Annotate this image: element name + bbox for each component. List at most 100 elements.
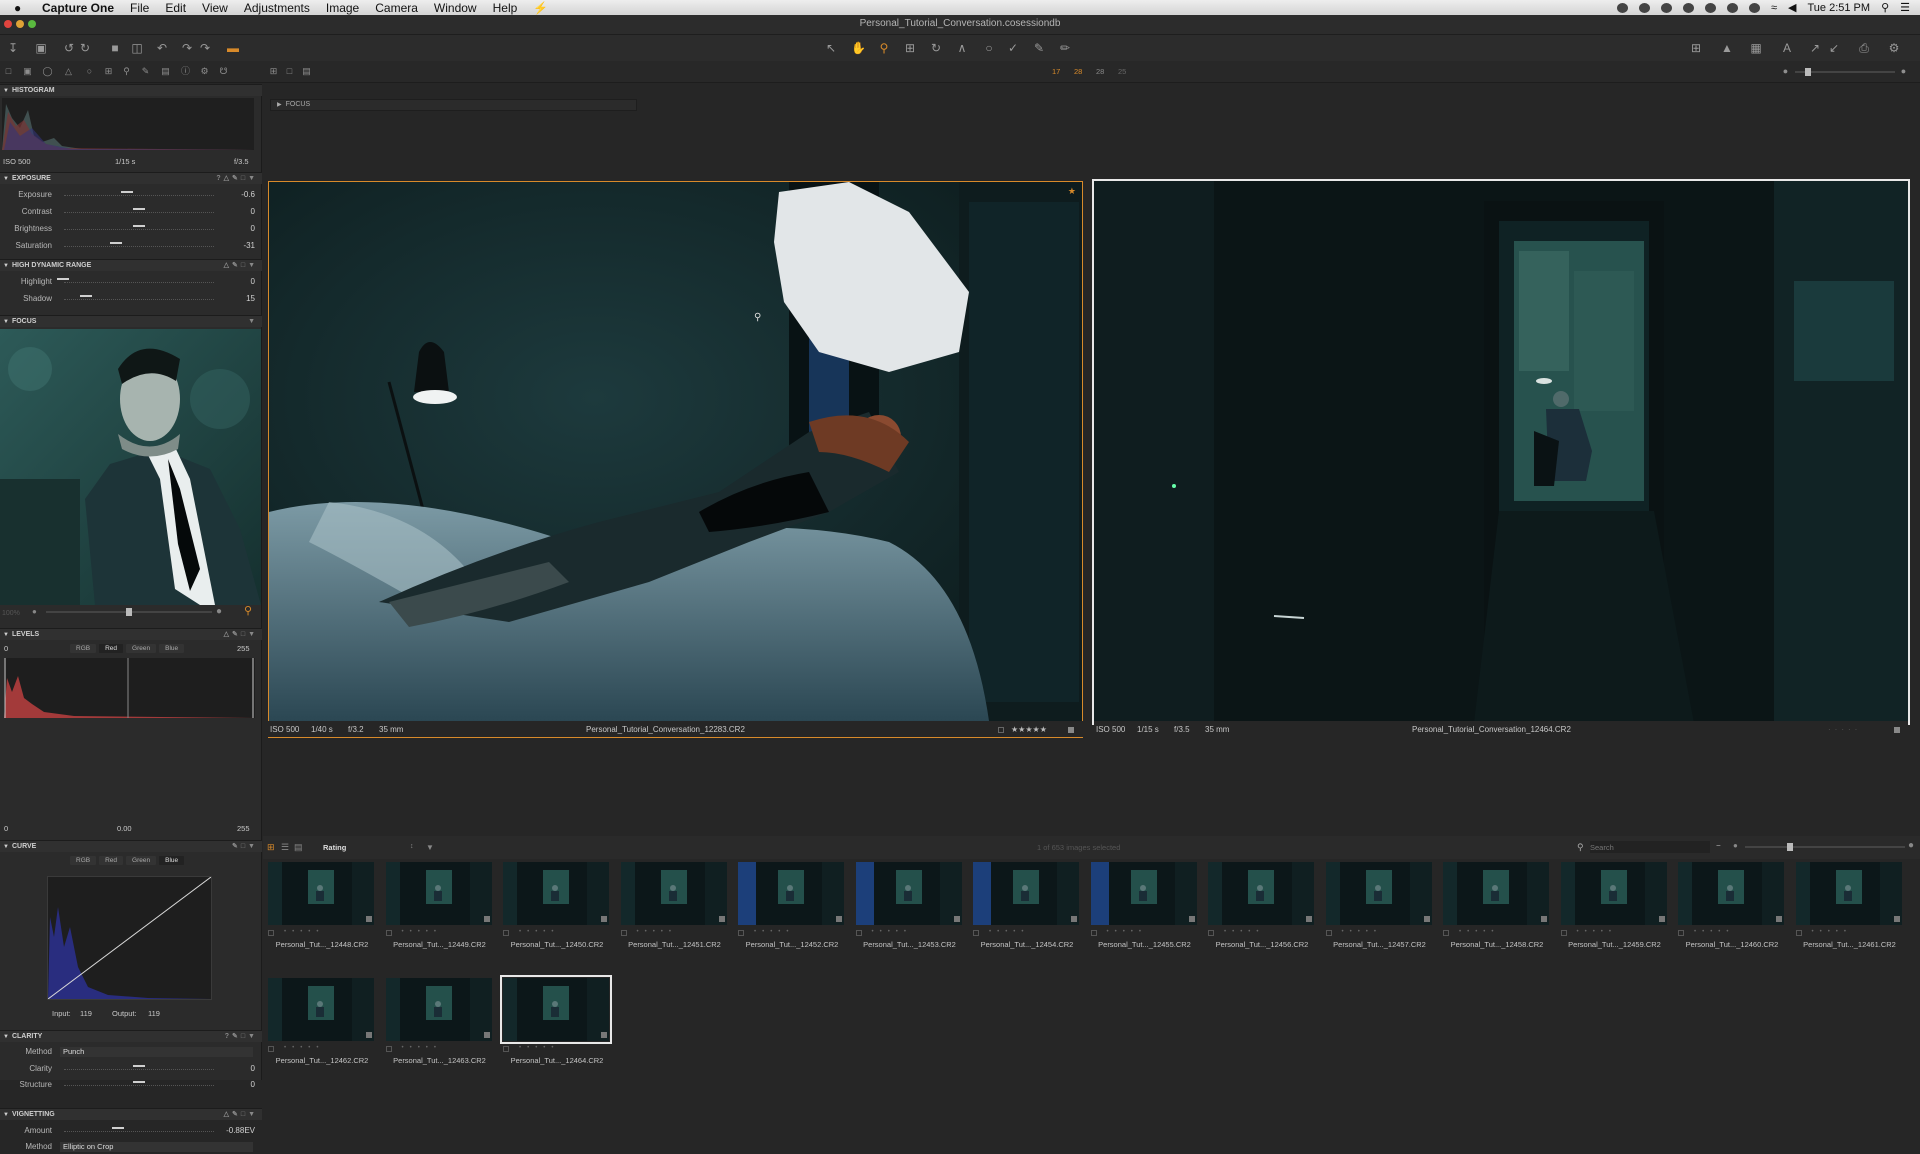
bluetooth-icon[interactable] bbox=[1748, 2, 1760, 13]
copy-adjustments-icon[interactable]: ▬ bbox=[226, 41, 240, 55]
focus-preview-image[interactable] bbox=[0, 329, 261, 605]
levels-output-low[interactable]: 0 bbox=[4, 824, 8, 833]
menu-image[interactable]: Image bbox=[326, 1, 359, 15]
apple-menu-icon[interactable]: ● bbox=[14, 1, 30, 15]
color-tag-checkbox[interactable] bbox=[1678, 930, 1684, 936]
color-tag-checkbox[interactable] bbox=[503, 1046, 509, 1052]
lens-tab-icon[interactable]: ○ bbox=[84, 66, 95, 77]
clarity-slider-row[interactable]: Clarity 0 bbox=[0, 1062, 262, 1076]
thumbnail-image[interactable] bbox=[1090, 862, 1197, 925]
slider-track[interactable] bbox=[64, 1131, 214, 1132]
status-icon[interactable] bbox=[1660, 2, 1672, 13]
color-tag-checkbox[interactable] bbox=[268, 930, 274, 936]
details-tab-icon[interactable]: ⚲ bbox=[121, 66, 132, 77]
thumbnail-image[interactable] bbox=[500, 975, 612, 1044]
rotate-tool-icon[interactable]: ↻ bbox=[929, 41, 943, 55]
thumbnail-image[interactable] bbox=[1795, 862, 1902, 925]
slider-knob[interactable] bbox=[133, 208, 145, 216]
vignetting-amount-row[interactable]: Amount -0.88EV bbox=[0, 1124, 262, 1138]
redo-alt-icon[interactable]: ↷ bbox=[198, 41, 212, 55]
color-tag-checkbox[interactable] bbox=[1443, 930, 1449, 936]
color-tag-checkbox[interactable] bbox=[973, 930, 979, 936]
crop-tool-icon[interactable]: ⊞ bbox=[903, 41, 917, 55]
slider-value[interactable]: -0.88EV bbox=[226, 1124, 255, 1138]
hdr-header[interactable]: ▼ HIGH DYNAMIC RANGE △✎□▼ bbox=[0, 259, 262, 271]
clarity-header[interactable]: ▼ CLARITY ?✎□▼ bbox=[0, 1030, 262, 1042]
levels-output-high[interactable]: 255 bbox=[237, 824, 250, 833]
color-tag-checkbox[interactable] bbox=[620, 930, 627, 936]
app-menu[interactable]: Capture One bbox=[42, 1, 114, 15]
rating-dots[interactable]: ••••• bbox=[284, 1045, 325, 1051]
thumbnail-image[interactable] bbox=[1208, 862, 1314, 925]
rating-dots[interactable]: ••••• bbox=[754, 929, 795, 935]
curve-tab-red[interactable]: Red bbox=[99, 856, 124, 865]
proof-icon[interactable]: ▦ bbox=[1749, 41, 1763, 55]
thumbnail[interactable]: ••••• Personal_Tut..._12451.CR2 bbox=[617, 859, 733, 951]
volume-icon[interactable]: ◀ bbox=[1788, 1, 1796, 14]
clarity-method-select[interactable]: Punch bbox=[60, 1047, 253, 1057]
slider-knob[interactable] bbox=[57, 278, 69, 286]
sort-select[interactable]: Rating bbox=[323, 843, 418, 853]
dropbox-icon[interactable] bbox=[1638, 2, 1650, 13]
sort-direction-icon[interactable]: ↕ bbox=[410, 843, 414, 850]
slider-value[interactable]: 0 bbox=[251, 1062, 255, 1076]
color-tag-checkbox[interactable] bbox=[1208, 930, 1214, 936]
slider-knob[interactable] bbox=[80, 295, 92, 303]
rating-dots[interactable]: ••••• bbox=[1577, 929, 1618, 935]
vignetting-method-row[interactable]: Method Elliptic on Crop bbox=[0, 1140, 262, 1154]
color-tag-checkbox[interactable] bbox=[738, 930, 744, 936]
color-tag-checkbox[interactable] bbox=[385, 1046, 392, 1052]
collapse-triangle-icon[interactable]: ▼ bbox=[3, 263, 9, 269]
thumbnail[interactable]: ••••• Personal_Tut..._12449.CR2 bbox=[382, 859, 498, 951]
focus-header[interactable]: ▼ FOCUS ▼ bbox=[0, 315, 262, 327]
rating-dots[interactable]: ••••• bbox=[1812, 929, 1853, 935]
collapse-triangle-icon[interactable]: ▼ bbox=[3, 1112, 9, 1118]
highlight-slider-row[interactable]: Highlight 0 bbox=[0, 275, 262, 289]
library-tab-icon[interactable]: □ bbox=[3, 66, 14, 77]
exposure-header[interactable]: ▼ EXPOSURE ?△✎□▼ bbox=[0, 172, 262, 184]
rating-dots[interactable]: ••••• bbox=[872, 929, 913, 935]
thumbnail[interactable]: ••••• Personal_Tut..._12453.CR2 bbox=[852, 859, 968, 951]
undo-icon[interactable]: ↶ bbox=[155, 41, 169, 55]
viewer-image-left[interactable]: ★ ⚲ bbox=[268, 181, 1083, 722]
curve-tab-blue[interactable]: Blue bbox=[159, 856, 185, 865]
rating-dots[interactable]: ••••• bbox=[402, 929, 443, 935]
collapse-triangle-icon[interactable]: ▼ bbox=[3, 1034, 9, 1040]
color-tag-checkbox[interactable] bbox=[268, 1046, 274, 1052]
exposure-tab-icon[interactable]: △ bbox=[63, 66, 74, 77]
saturation-slider-row[interactable]: Saturation -31 bbox=[0, 239, 262, 253]
slider-knob[interactable] bbox=[110, 242, 122, 250]
wifi-icon[interactable]: ≈ bbox=[1771, 2, 1777, 14]
time-machine-icon[interactable] bbox=[1726, 2, 1738, 13]
collapse-triangle-icon[interactable]: ▼ bbox=[3, 319, 9, 325]
menu-adjustments[interactable]: Adjustments bbox=[244, 1, 310, 15]
slider-value[interactable]: 0 bbox=[251, 222, 255, 236]
grid-view-icon[interactable]: ⊞ bbox=[268, 66, 279, 77]
zoom-tool-icon[interactable]: ⚲ bbox=[877, 41, 891, 55]
color-tag-checkbox[interactable] bbox=[1795, 930, 1802, 936]
viewer-image-right[interactable] bbox=[1092, 179, 1910, 725]
print-icon[interactable]: ⎙ bbox=[1857, 41, 1871, 55]
thumbnail-image[interactable] bbox=[385, 978, 492, 1041]
thumbnail-image[interactable] bbox=[738, 862, 844, 925]
levels-tab-green[interactable]: Green bbox=[126, 644, 157, 653]
curve-tab-green[interactable]: Green bbox=[126, 856, 157, 865]
thumbnail[interactable]: ••••• Personal_Tut..._12454.CR2 bbox=[969, 859, 1085, 951]
thumbnail-image[interactable] bbox=[268, 862, 374, 925]
histogram-header[interactable]: ▼ HISTOGRAM bbox=[0, 84, 262, 96]
zoom-in-person-icon[interactable]: ● bbox=[216, 606, 222, 617]
shadow-slider-row[interactable]: Shadow 15 bbox=[0, 292, 262, 306]
import-icon[interactable]: ↧ bbox=[6, 41, 20, 55]
spotlight-search-icon[interactable]: ⚲ bbox=[1881, 1, 1889, 14]
slider-value[interactable]: 0 bbox=[251, 205, 255, 219]
rating-dots[interactable]: ••••• bbox=[637, 929, 678, 935]
thumbnail[interactable]: ••••• Personal_Tut..._12455.CR2 bbox=[1087, 859, 1203, 951]
clock[interactable]: Tue 2:51 PM bbox=[1807, 2, 1870, 14]
panel-tools-icons[interactable]: ?✎□▼ bbox=[225, 1031, 258, 1042]
copy-apply-icon[interactable]: ↗ bbox=[1808, 41, 1822, 55]
status-icon[interactable] bbox=[1616, 2, 1628, 13]
thumbnail-image[interactable] bbox=[855, 862, 962, 925]
minus-icon[interactable]: − bbox=[1716, 841, 1721, 850]
levels-tab-red[interactable]: Red bbox=[99, 644, 124, 653]
slider-track[interactable] bbox=[64, 282, 214, 283]
